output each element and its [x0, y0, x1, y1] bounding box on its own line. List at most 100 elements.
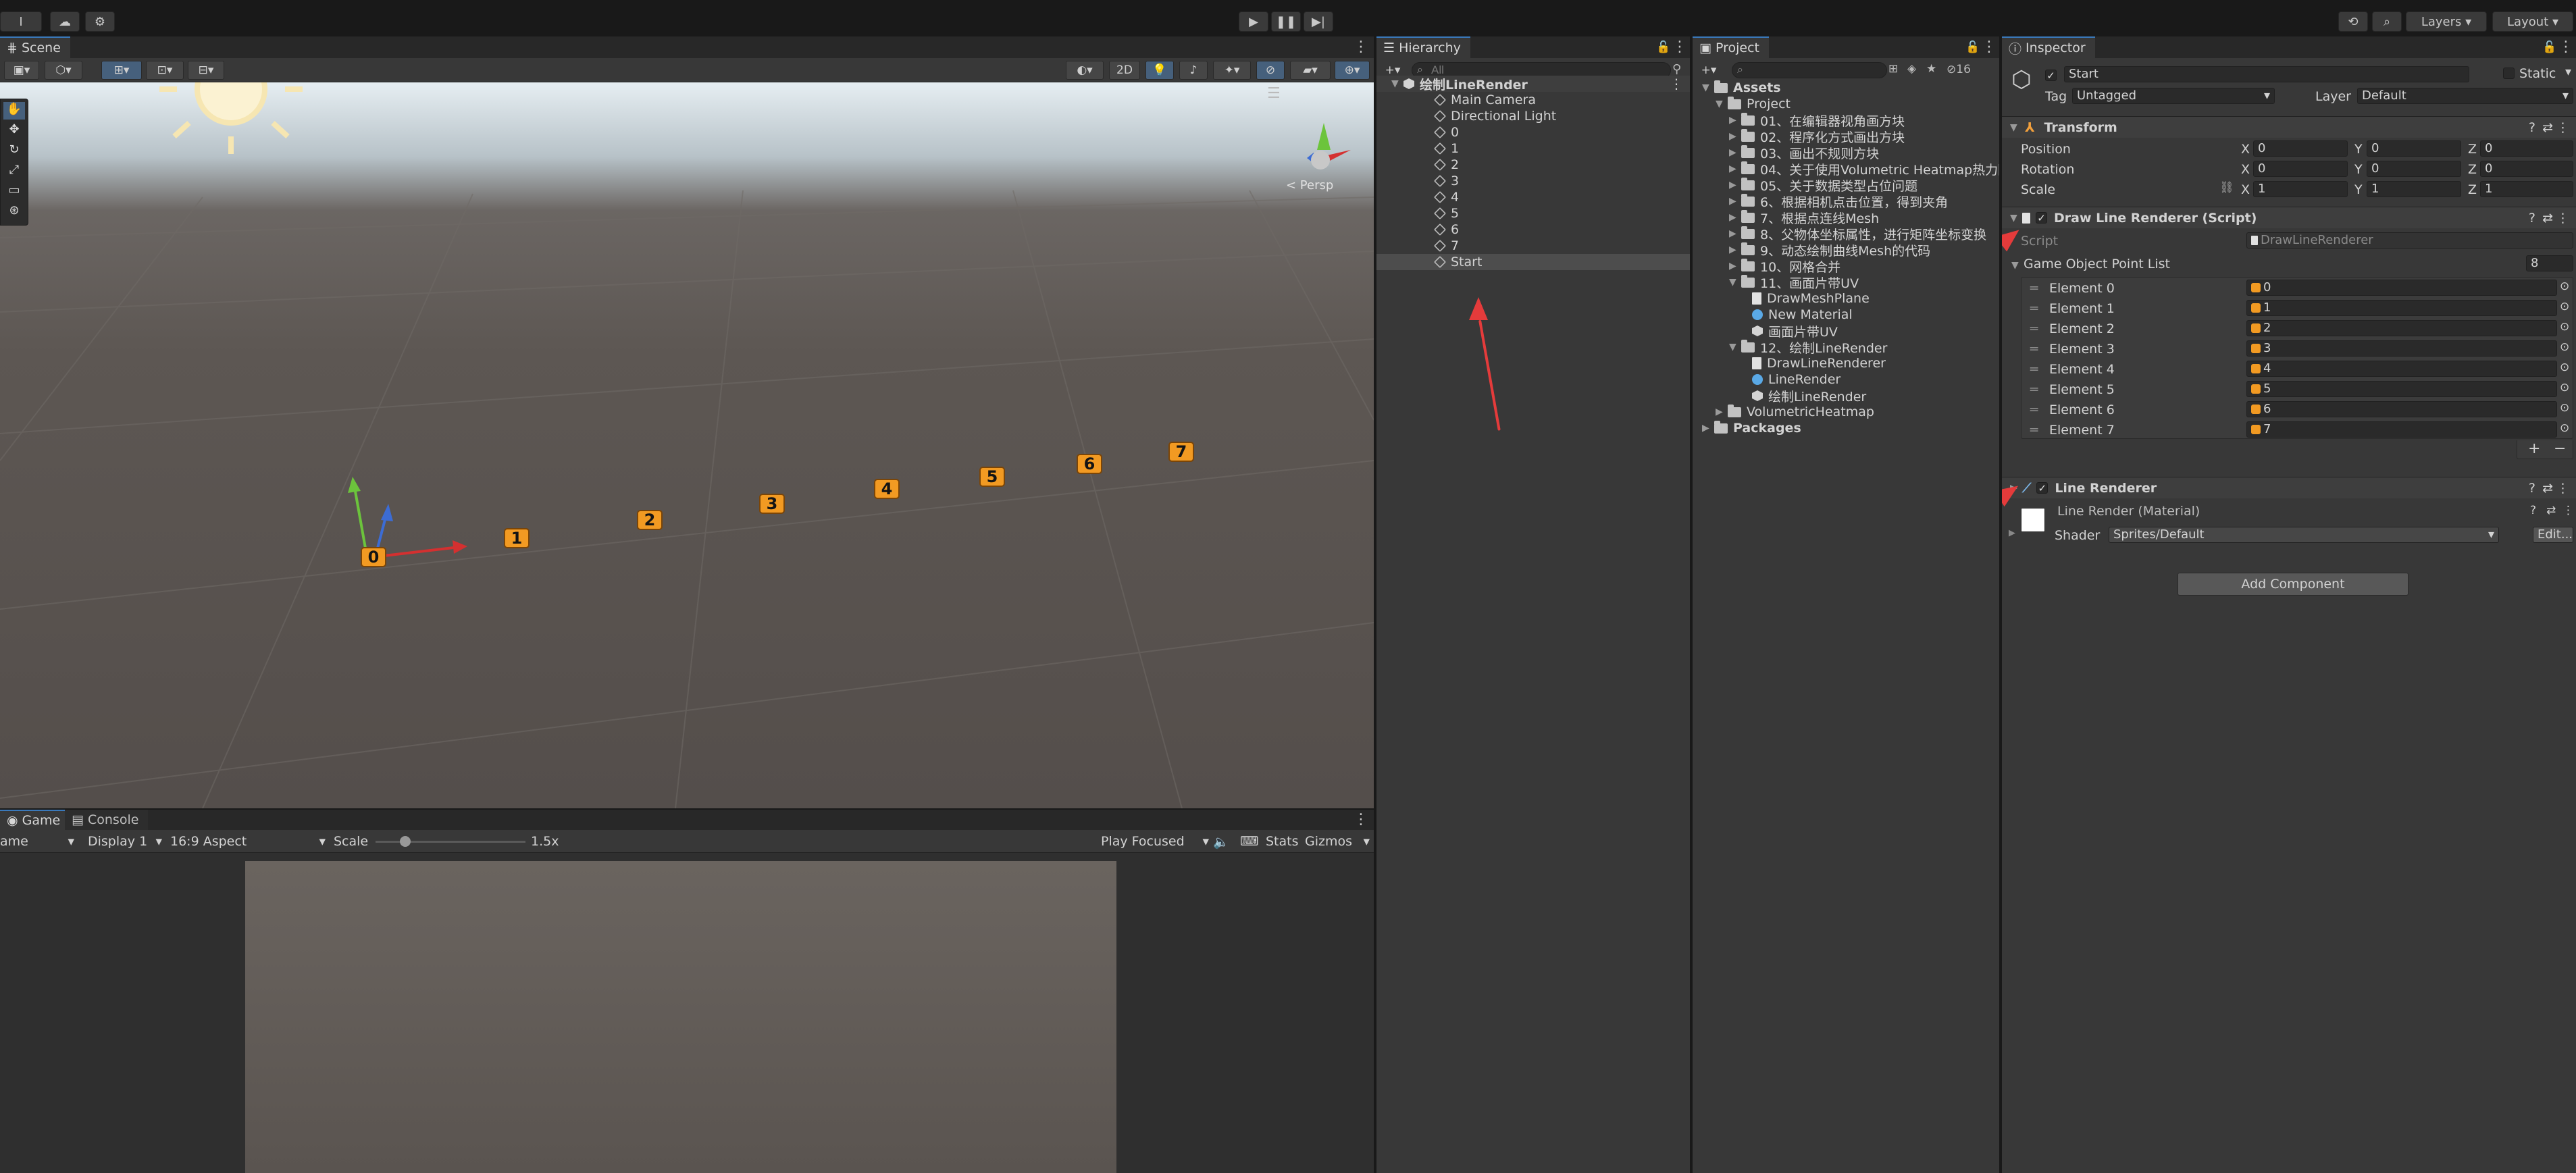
static-dropdown-icon[interactable]: ▾: [2565, 65, 2571, 79]
expand-icon[interactable]: ▼: [1729, 342, 1741, 353]
drag-handle-icon[interactable]: ═: [2030, 402, 2038, 417]
account-dropdown[interactable]: I: [0, 11, 42, 32]
static-toggle[interactable]: [2503, 68, 2515, 82]
material-help-icon[interactable]: ?: [2530, 504, 2536, 517]
position-x-field[interactable]: 0: [2253, 140, 2348, 157]
layer-dropdown[interactable]: Default ▾: [2357, 88, 2573, 104]
line-renderer-header[interactable]: ▶ ⟋ ✓ Line Renderer ? ⇄ ⋮: [2002, 477, 2576, 498]
hierarchy-item[interactable]: 7: [1433, 238, 1459, 254]
hierarchy-filter-icon[interactable]: ⚲: [1672, 62, 1681, 76]
expand-icon[interactable]: ▶: [1729, 261, 1741, 271]
scale-z-field[interactable]: 1: [2480, 181, 2573, 197]
presets-icon[interactable]: ⇄: [2542, 211, 2553, 226]
step-button[interactable]: ▶|: [1304, 11, 1333, 32]
element-field[interactable]: 3: [2246, 340, 2557, 357]
hierarchy-item-selected[interactable]: Start: [1376, 254, 1690, 270]
folder-item[interactable]: ▶ 7、根据点连线Mesh: [1729, 209, 1879, 226]
component-menu-icon[interactable]: ⋮: [2556, 120, 2569, 135]
drag-handle-icon[interactable]: ═: [2030, 321, 2038, 336]
draw-line-collapse-icon[interactable]: ▼: [2010, 213, 2022, 224]
drag-handle-icon[interactable]: ═: [2030, 362, 2038, 377]
position-z-field[interactable]: 0: [2480, 140, 2573, 157]
folder-item[interactable]: ▶ 04、关于使用Volumetric Heatmap热力图插件: [1729, 161, 1999, 178]
hand-tool-icon[interactable]: ✋: [3, 102, 25, 120]
audio-icon[interactable]: ♪: [1179, 61, 1208, 80]
tab-console[interactable]: ▤ Console: [65, 810, 149, 830]
presets-icon[interactable]: ⇄: [2542, 120, 2553, 135]
presets-icon[interactable]: ⇄: [2542, 481, 2553, 496]
folder-project[interactable]: ▼ Project: [1716, 96, 1791, 112]
hierarchy-item[interactable]: 3: [1433, 173, 1459, 189]
play-button[interactable]: ▶: [1239, 11, 1268, 32]
hierarchy-scene-row[interactable]: ▼ 绘制LineRender ⋮: [1376, 76, 1690, 93]
expand-icon[interactable]: ▶: [1729, 244, 1741, 255]
render-mode-dropdown[interactable]: ⬡▾: [45, 61, 82, 80]
object-picker-icon[interactable]: ⊙: [2560, 340, 2569, 354]
gizmo-x-axis[interactable]: [378, 546, 460, 558]
increment-snap-dropdown[interactable]: ⊡▾: [146, 61, 184, 80]
folder-item[interactable]: ▶ VolumetricHeatmap: [1716, 404, 1874, 420]
tag-dropdown[interactable]: Untagged ▾: [2072, 88, 2275, 104]
scene-marker-2[interactable]: 2: [637, 510, 663, 530]
project-menu-icon[interactable]: ⋮: [1982, 36, 1997, 58]
expand-icon[interactable]: ▶: [1729, 180, 1741, 190]
inspector-menu-icon[interactable]: ⋮: [2558, 36, 2573, 58]
asset-item[interactable]: DrawLineRenderer: [1752, 355, 1886, 371]
aspect-dropdown[interactable]: 16:9 Aspect ▾: [170, 834, 326, 849]
asset-item[interactable]: DrawMeshPlane: [1752, 290, 1870, 307]
element-field[interactable]: 4: [2246, 361, 2557, 377]
expand-icon[interactable]: ▶: [1729, 131, 1741, 142]
folder-item[interactable]: ▶ 02、程序化方式画出方块: [1729, 128, 1905, 145]
folder-item[interactable]: ▶ 10、网格合并: [1729, 258, 1840, 275]
list-remove-button[interactable]: −: [2554, 440, 2566, 457]
object-picker-icon[interactable]: ⊙: [2560, 381, 2569, 394]
folder-item[interactable]: ▶ 03、画出不规则方块: [1729, 145, 1879, 161]
gizmos-dropdown[interactable]: ⊕▾: [1335, 61, 1370, 80]
hierarchy-item[interactable]: 5: [1433, 205, 1459, 221]
element-field[interactable]: 0: [2246, 280, 2557, 296]
folder-item[interactable]: ▶ 05、关于数据类型占位问题: [1729, 177, 1917, 194]
point-list-label[interactable]: ▼ Game Object Point List: [2011, 257, 2170, 271]
tab-project[interactable]: ▣ Project: [1693, 36, 1770, 58]
project-lock-icon[interactable]: 🔓: [1965, 36, 1980, 58]
scene-viewport[interactable]: ☰ < Persp ✋ ✥ ↻ ⤢ ▭ ⊛ 0 1 2 3 4 5 6 7: [0, 82, 1374, 808]
element-field[interactable]: 7: [2246, 421, 2557, 438]
expand-icon[interactable]: ▶: [1729, 212, 1741, 223]
scale-slider[interactable]: [376, 836, 525, 847]
folder-item[interactable]: ▼ 12、绘制LineRender: [1729, 339, 1887, 356]
move-tool-icon[interactable]: ✥: [3, 122, 25, 140]
hierarchy-lock-icon[interactable]: 🔓: [1656, 36, 1670, 58]
tab-scene[interactable]: ⋕ Scene: [0, 36, 70, 58]
tab-inspector[interactable]: ⓘ Inspector: [2002, 36, 2095, 58]
hierarchy-item[interactable]: Directional Light: [1433, 108, 1556, 124]
add-component-button[interactable]: Add Component: [2178, 573, 2408, 596]
drag-handle-icon[interactable]: ═: [2030, 342, 2038, 357]
help-icon[interactable]: ?: [2529, 211, 2535, 226]
asset-item[interactable]: New Material: [1752, 307, 1853, 323]
expand-icon[interactable]: ▶: [1729, 196, 1741, 207]
hierarchy-item[interactable]: 2: [1433, 157, 1459, 173]
rotation-x-field[interactable]: 0: [2253, 161, 2348, 177]
mode-2d-button[interactable]: 2D: [1109, 61, 1140, 80]
rotate-tool-icon[interactable]: ↻: [3, 142, 25, 160]
scale-x-field[interactable]: 1: [2253, 181, 2348, 197]
rect-tool-icon[interactable]: ▭: [3, 183, 25, 201]
search-by-label-icon[interactable]: ◈: [1907, 62, 1916, 76]
folder-assets[interactable]: ▼ Assets: [1702, 80, 1781, 96]
component-menu-icon[interactable]: ⋮: [2556, 211, 2569, 226]
material-preview[interactable]: [2021, 508, 2045, 532]
expand-icon[interactable]: ▶: [1729, 147, 1741, 158]
favorite-icon[interactable]: ★: [1926, 62, 1936, 76]
material-expand-icon[interactable]: ▶: [2009, 528, 2015, 538]
game-view-dropdown[interactable]: ame ▾: [0, 834, 76, 849]
project-add-button[interactable]: +▾: [1695, 61, 1722, 80]
stats-button[interactable]: Stats: [1266, 834, 1299, 849]
scene-options-icon[interactable]: ☰: [1267, 85, 1287, 102]
collab-icon[interactable]: ⚙: [85, 11, 115, 32]
effects-dropdown[interactable]: ✦▾: [1213, 61, 1251, 80]
draw-line-header[interactable]: ▼ ✓ Draw Line Renderer (Script) ? ⇄ ⋮: [2002, 207, 2576, 228]
rotation-y-field[interactable]: 0: [2367, 161, 2461, 177]
hierarchy-item[interactable]: 4: [1433, 189, 1459, 205]
gizmos-game-dropdown[interactable]: Gizmos ▾: [1305, 834, 1370, 849]
drag-handle-icon[interactable]: ═: [2030, 281, 2038, 296]
